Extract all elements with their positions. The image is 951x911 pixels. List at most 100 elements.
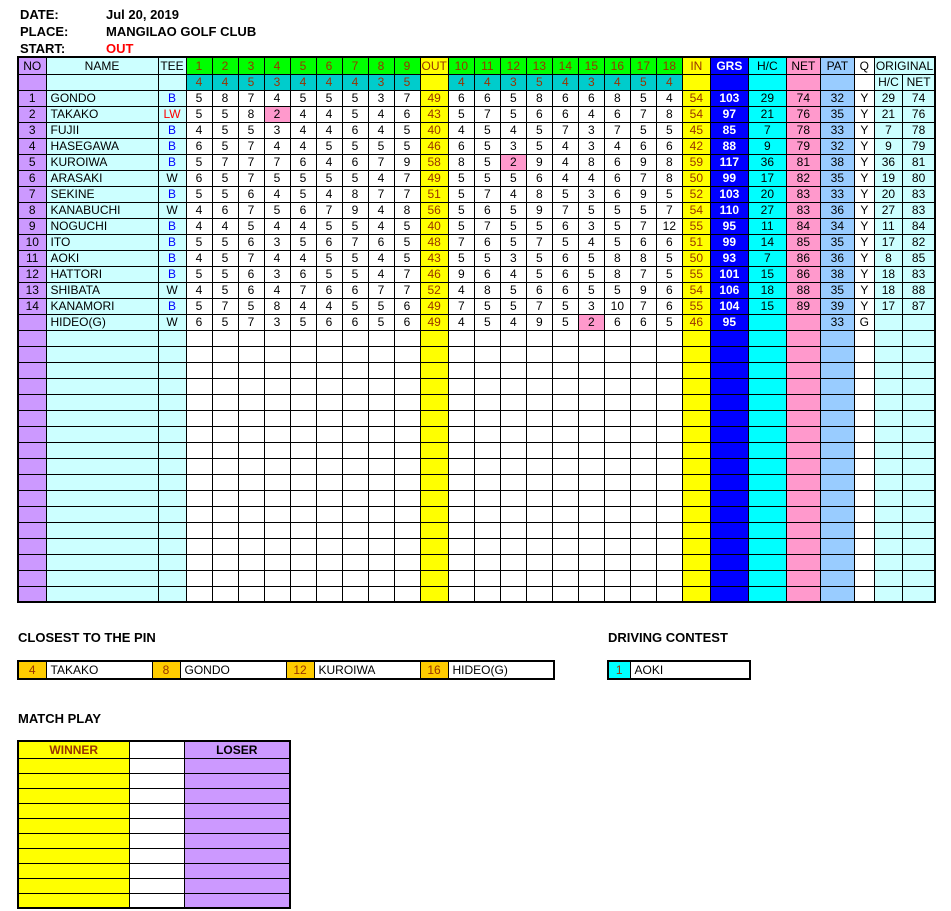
score-hole-1: 5 [185,297,213,315]
empty-hole [499,409,527,427]
score-hole-4: 7 [263,153,291,171]
empty-hole [393,441,421,459]
player-no: 2 [17,105,47,123]
score-hole-7: 6 [341,281,369,299]
score-hole-3: 6 [237,281,265,299]
score-q: Y [853,233,875,251]
score-hole-9: 6 [393,105,421,123]
empty-pat [819,409,855,427]
empty-hole [525,425,553,443]
empty-hole [447,585,475,603]
score-hole-2: 7 [211,297,239,315]
empty-hole [525,505,553,523]
empty-hole [393,345,421,363]
empty-hole [603,489,631,507]
score-hole-17: 9 [629,153,657,171]
score-hole-18: 5 [655,185,683,203]
empty-hole [185,505,213,523]
empty-hole [655,553,683,571]
empty-hole [629,569,657,587]
empty-name [45,585,159,603]
empty-net [785,329,821,347]
score-hole-14: 6 [551,249,579,267]
score-hole-2: 5 [211,233,239,251]
col-header-out: OUT [419,56,449,75]
score-hole-13: 6 [525,281,553,299]
place-row: PLACE: MANGILAO GOLF CLUB [20,23,256,40]
score-hole-1: 4 [185,201,213,219]
score-original-net: 82 [901,233,936,251]
col-header-q: Q [853,56,875,75]
par-hole-8: 3 [367,73,395,91]
empty-hole [211,473,239,491]
empty-hole [315,409,343,427]
empty-hole [655,425,683,443]
empty-hole [447,537,475,555]
date-row: DATE: Jul 20, 2019 [20,6,256,23]
empty-hole [525,537,553,555]
empty-hole [603,473,631,491]
score-hole-15: 3 [577,121,605,139]
empty-hole [499,425,527,443]
score-hole-15: 3 [577,137,605,155]
empty-hole [367,505,395,523]
empty-hole [655,457,683,475]
empty-hole [499,553,527,571]
par-hole-10: 4 [447,73,475,91]
empty-hole [603,457,631,475]
score-gross: 104 [709,297,749,315]
score-hole-11: 6 [473,89,501,107]
empty-hole [211,553,239,571]
score-hole-8: 3 [367,89,395,107]
player-tee: W [157,313,187,331]
score-hole-2: 6 [211,201,239,219]
score-handicap: 29 [747,89,787,107]
score-in-total: 45 [681,121,711,139]
empty-hole [525,393,553,411]
empty-hole [551,441,579,459]
score-in-total: 54 [681,89,711,107]
score-hole-3: 6 [237,265,265,283]
col-header-hole-1: 1 [185,56,213,75]
empty-original-net [901,505,936,523]
score-hole-16: 6 [603,313,631,331]
score-handicap: 21 [747,105,787,123]
score-original-hc: 9 [873,137,903,155]
empty-hole [655,409,683,427]
match-vs-cell [128,817,185,834]
player-tee: W [157,281,187,299]
empty-hole [393,393,421,411]
score-hole-4: 3 [263,313,291,331]
empty-hole [237,521,265,539]
empty-hole [341,377,369,395]
empty-hc [747,345,787,363]
score-gross: 99 [709,233,749,251]
empty-pat [819,377,855,395]
score-net: 76 [785,105,821,123]
score-net: 86 [785,249,821,267]
empty-hole [367,585,395,603]
score-hole-8: 4 [367,201,395,219]
score-original-hc: 17 [873,297,903,315]
empty-hole [315,553,343,571]
score-in-total: 55 [681,265,711,283]
empty-hole [447,409,475,427]
empty-hole [367,377,395,395]
empty-hole [289,345,317,363]
empty-hole [447,441,475,459]
empty-in [681,521,711,539]
empty-hole [525,569,553,587]
round-info: DATE: Jul 20, 2019 PLACE: MANGILAO GOLF … [20,6,256,57]
score-hole-11: 7 [473,105,501,123]
score-hole-15: 4 [577,233,605,251]
player-name: ARASAKI [45,169,159,187]
score-hole-9: 6 [393,297,421,315]
col-header-hole-13: 13 [525,56,553,75]
empty-hole [211,393,239,411]
empty-hole [341,329,369,347]
score-net: 84 [785,217,821,235]
score-original-net: 81 [901,153,936,171]
score-hole-15: 3 [577,297,605,315]
empty-hole [473,441,501,459]
score-out-total: 46 [419,137,449,155]
